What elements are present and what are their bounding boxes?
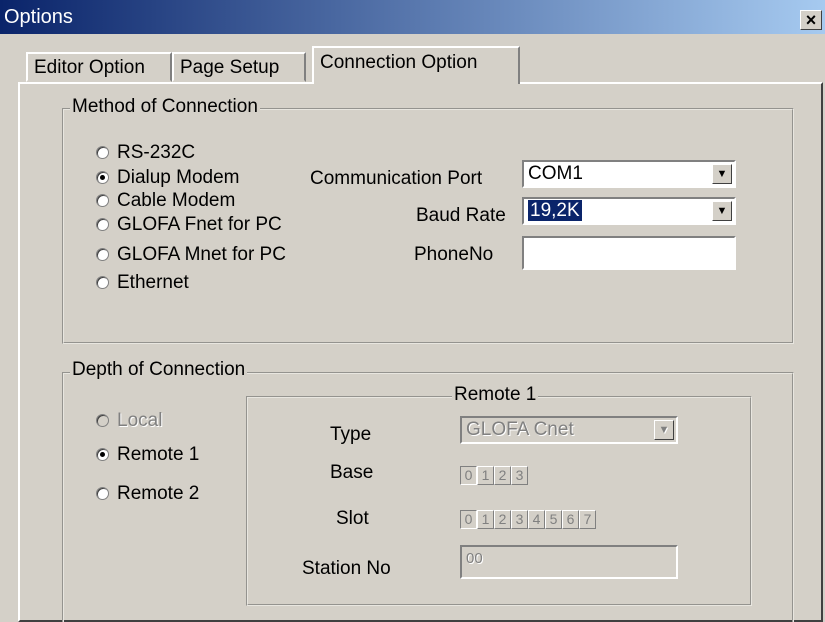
dropdown-arrow-icon[interactable]: ▼ <box>712 164 732 184</box>
radio-dialup-modem[interactable]: Dialup Modem <box>96 167 240 189</box>
baud-rate-value: 19,2K <box>528 200 582 221</box>
radio-circle-icon <box>96 194 109 208</box>
type-select[interactable]: GLOFA Cnet ▼ <box>460 416 678 444</box>
radio-circle-icon <box>96 487 109 501</box>
radio-label: RS-232C <box>117 142 196 163</box>
base-option[interactable]: 2 <box>494 466 511 485</box>
slot-option[interactable]: 3 <box>511 510 528 529</box>
window-title: Options <box>4 6 73 28</box>
radio-label: Local <box>117 410 163 431</box>
comm-port-value: COM1 <box>528 163 583 184</box>
radio-glofa-mnet[interactable]: GLOFA Mnet for PC <box>96 244 286 266</box>
radio-label: Remote 1 <box>117 444 200 465</box>
tab-label: Page Setup <box>180 57 280 78</box>
slot-option[interactable]: 6 <box>562 510 579 529</box>
radio-circle-icon <box>96 248 109 262</box>
radio-remote-1[interactable]: Remote 1 <box>96 444 199 466</box>
station-no-input[interactable]: 00 <box>460 545 678 579</box>
type-value: GLOFA Cnet <box>466 419 574 440</box>
slot-option[interactable]: 7 <box>579 510 596 529</box>
slot-option[interactable]: 1 <box>477 510 494 529</box>
base-option[interactable]: 3 <box>511 466 528 485</box>
slot-option[interactable]: 5 <box>545 510 562 529</box>
slot-option[interactable]: 0 <box>460 510 477 529</box>
tab-editor-option[interactable]: Editor Option <box>26 52 172 82</box>
tab-connection-option[interactable]: Connection Option <box>312 46 520 84</box>
radio-ethernet[interactable]: Ethernet <box>96 272 189 294</box>
radio-circle-icon <box>96 218 109 232</box>
base-option[interactable]: 1 <box>477 466 494 485</box>
slot-option[interactable]: 2 <box>494 510 511 529</box>
title-bar <box>0 0 825 34</box>
radio-label: GLOFA Fnet for PC <box>117 214 282 235</box>
type-label: Type <box>330 424 372 445</box>
radio-cable-modem[interactable]: Cable Modem <box>96 190 235 212</box>
remote-group-legend: Remote 1 <box>452 384 539 406</box>
dropdown-arrow-icon[interactable]: ▼ <box>712 201 732 221</box>
radio-circle-icon <box>96 146 109 160</box>
radio-remote-2[interactable]: Remote 2 <box>96 483 199 505</box>
radio-label: Remote 2 <box>117 483 200 504</box>
close-button[interactable]: × <box>800 10 822 30</box>
depth-group-legend: Depth of Connection <box>70 359 248 381</box>
baud-rate-select[interactable]: 19,2K ▼ <box>522 197 736 225</box>
base-label: Base <box>330 462 374 483</box>
base-selector[interactable]: 0123 <box>460 464 528 486</box>
radio-label: GLOFA Mnet for PC <box>117 244 286 265</box>
base-option[interactable]: 0 <box>460 466 477 485</box>
radio-checked-icon <box>96 448 109 462</box>
phone-no-label: PhoneNo <box>414 244 494 265</box>
tab-label: Connection Option <box>320 52 478 73</box>
method-group-legend: Method of Connection <box>70 96 260 118</box>
close-icon: × <box>805 10 817 30</box>
radio-label: Ethernet <box>117 272 189 293</box>
slot-option[interactable]: 4 <box>528 510 545 529</box>
slot-selector[interactable]: 01234567 <box>460 508 596 530</box>
tab-label: Editor Option <box>34 57 145 78</box>
radio-checked-icon <box>96 171 109 185</box>
comm-port-label: Communication Port <box>310 168 483 189</box>
tab-page-setup[interactable]: Page Setup <box>172 52 306 82</box>
radio-circle-icon <box>96 414 109 428</box>
baud-rate-label: Baud Rate <box>416 205 506 226</box>
radio-label: Dialup Modem <box>117 167 240 188</box>
slot-label: Slot <box>336 508 369 529</box>
comm-port-select[interactable]: COM1 ▼ <box>522 160 736 188</box>
radio-glofa-fnet[interactable]: GLOFA Fnet for PC <box>96 214 282 236</box>
radio-circle-icon <box>96 276 109 290</box>
phone-no-input[interactable] <box>522 236 736 270</box>
radio-rs232c[interactable]: RS-232C <box>96 142 195 164</box>
radio-local[interactable]: Local <box>96 410 162 432</box>
radio-label: Cable Modem <box>117 190 236 211</box>
station-no-label: Station No <box>302 558 391 579</box>
dropdown-arrow-icon[interactable]: ▼ <box>654 420 674 440</box>
